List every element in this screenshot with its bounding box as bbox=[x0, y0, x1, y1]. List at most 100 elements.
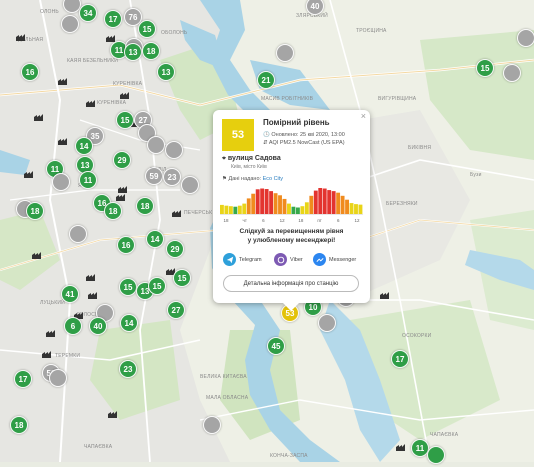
factory-icon[interactable] bbox=[116, 194, 125, 201]
chart-bar bbox=[327, 190, 332, 214]
station-marker-offline[interactable] bbox=[503, 64, 521, 82]
aqi-history-chart: 18 чт 6 12 18 пт 6 12 bbox=[220, 188, 363, 223]
viber-button[interactable]: Viber bbox=[274, 253, 303, 266]
station-marker[interactable]: 16 bbox=[21, 63, 39, 81]
station-marker[interactable] bbox=[427, 446, 445, 464]
station-marker[interactable]: 13 bbox=[124, 43, 142, 61]
map-place-label: ТРОЄЩИНА bbox=[356, 28, 387, 34]
factory-icon[interactable] bbox=[106, 35, 115, 42]
station-details-button[interactable]: Детальна інформація про станцію bbox=[223, 275, 359, 292]
factory-icon[interactable] bbox=[86, 100, 95, 107]
station-marker-offline[interactable] bbox=[147, 136, 165, 154]
map-place-label: БЕРЕЗНЯКИ bbox=[386, 201, 418, 207]
factory-icon[interactable] bbox=[58, 78, 67, 85]
close-icon[interactable]: × bbox=[361, 111, 366, 121]
station-marker-offline[interactable] bbox=[52, 173, 70, 191]
station-marker-offline[interactable] bbox=[61, 15, 79, 33]
chart-tick-label: чт bbox=[242, 218, 246, 223]
station-marker-offline[interactable] bbox=[318, 314, 336, 332]
messenger-button[interactable]: Messenger bbox=[313, 253, 356, 266]
factory-icon[interactable] bbox=[396, 444, 405, 451]
map-place-label: МАСИВ РОБІТНИКІВ bbox=[261, 96, 314, 102]
telegram-icon bbox=[223, 253, 236, 266]
clock-icon: 🕒 bbox=[263, 132, 270, 138]
factory-icon[interactable] bbox=[32, 252, 41, 259]
station-marker[interactable]: 17 bbox=[104, 10, 122, 28]
chart-tick-label: 18 bbox=[298, 218, 304, 223]
station-marker-offline[interactable] bbox=[181, 176, 199, 194]
station-marker[interactable]: 40 bbox=[89, 317, 107, 335]
station-marker[interactable]: 15 bbox=[476, 59, 494, 77]
updated-text: 🕒 Оновлено: 25 кві 2020, 13:00 bbox=[263, 132, 345, 138]
station-marker-offline[interactable] bbox=[517, 29, 534, 47]
station-marker[interactable]: 18 bbox=[10, 416, 28, 434]
chart-bar bbox=[313, 190, 318, 214]
chart-bar bbox=[224, 205, 229, 214]
station-marker-offline[interactable] bbox=[203, 416, 221, 434]
chart-bar bbox=[304, 202, 309, 214]
station-marker[interactable]: 14 bbox=[75, 137, 93, 155]
station-marker[interactable]: 15 bbox=[116, 111, 134, 129]
station-marker[interactable]: 45 bbox=[267, 337, 285, 355]
chart-bar bbox=[354, 204, 358, 214]
factory-icon[interactable] bbox=[118, 186, 127, 193]
station-marker[interactable]: 17 bbox=[391, 350, 409, 368]
station-marker[interactable]: 27 bbox=[167, 301, 185, 319]
subscribe-prompt: Слідкуй за перевищенням рівня у улюблено… bbox=[213, 227, 370, 245]
station-marker[interactable]: 17 bbox=[14, 370, 32, 388]
station-marker[interactable]: 41 bbox=[61, 285, 79, 303]
factory-icon[interactable] bbox=[42, 351, 51, 358]
station-marker[interactable]: 18 bbox=[104, 202, 122, 220]
chart-bar bbox=[246, 198, 251, 214]
station-marker[interactable]: 15 bbox=[119, 278, 137, 296]
factory-icon[interactable] bbox=[58, 138, 67, 145]
station-marker[interactable]: 23 bbox=[119, 360, 137, 378]
station-marker[interactable]: 29 bbox=[166, 240, 184, 258]
factory-icon[interactable] bbox=[120, 92, 129, 99]
station-marker-offline[interactable] bbox=[69, 225, 87, 243]
chart-bar bbox=[287, 203, 291, 214]
factory-icon[interactable] bbox=[46, 330, 55, 337]
station-marker[interactable]: 11 bbox=[79, 171, 97, 189]
station-marker-offline[interactable] bbox=[165, 141, 183, 159]
source-link[interactable]: Eco City bbox=[263, 176, 283, 182]
station-marker[interactable]: 15 bbox=[148, 277, 166, 295]
factory-icon[interactable] bbox=[108, 411, 117, 418]
station-marker-offline[interactable]: 59 bbox=[145, 167, 163, 185]
cta-line-2: у улюбленому месенджері! bbox=[247, 237, 336, 244]
station-marker-offline[interactable]: 23 bbox=[163, 168, 181, 186]
station-marker-offline[interactable] bbox=[276, 44, 294, 62]
station-marker[interactable]: 18 bbox=[142, 42, 160, 60]
station-marker[interactable]: 29 bbox=[113, 151, 131, 169]
station-marker[interactable]: 18 bbox=[136, 197, 154, 215]
chart-bar bbox=[255, 189, 260, 214]
station-marker[interactable]: 18 bbox=[26, 202, 44, 220]
factory-icon[interactable] bbox=[16, 34, 25, 41]
chart-bar bbox=[237, 205, 242, 214]
chart-bar bbox=[345, 199, 349, 214]
factory-icon[interactable] bbox=[88, 292, 97, 299]
chart-bar bbox=[331, 191, 336, 214]
station-marker[interactable]: 14 bbox=[146, 230, 164, 248]
telegram-button[interactable]: Telegram bbox=[223, 253, 262, 266]
station-marker[interactable]: 16 bbox=[117, 236, 135, 254]
messenger-row: Telegram Viber Messenger bbox=[223, 253, 363, 269]
factory-icon[interactable] bbox=[24, 171, 33, 178]
factory-icon[interactable] bbox=[34, 114, 43, 121]
map-place-label: ТЕРЕМКИ bbox=[55, 353, 81, 359]
factory-icon[interactable] bbox=[380, 292, 389, 299]
station-marker[interactable]: 21 bbox=[257, 71, 275, 89]
factory-icon[interactable] bbox=[172, 210, 181, 217]
chart-bar bbox=[220, 204, 224, 214]
station-marker[interactable]: 15 bbox=[138, 20, 156, 38]
station-marker[interactable]: 34 bbox=[79, 4, 97, 22]
station-marker[interactable]: 6 bbox=[64, 317, 82, 335]
station-marker[interactable]: 13 bbox=[157, 63, 175, 81]
map-place-label: ЧАПАЄВКА bbox=[430, 432, 459, 438]
chart-tick-label: 6 bbox=[262, 218, 265, 223]
chart-bar bbox=[264, 189, 269, 214]
station-marker-offline[interactable] bbox=[49, 369, 67, 387]
station-marker[interactable]: 15 bbox=[173, 269, 191, 287]
factory-icon[interactable] bbox=[86, 274, 95, 281]
station-marker[interactable]: 14 bbox=[120, 314, 138, 332]
